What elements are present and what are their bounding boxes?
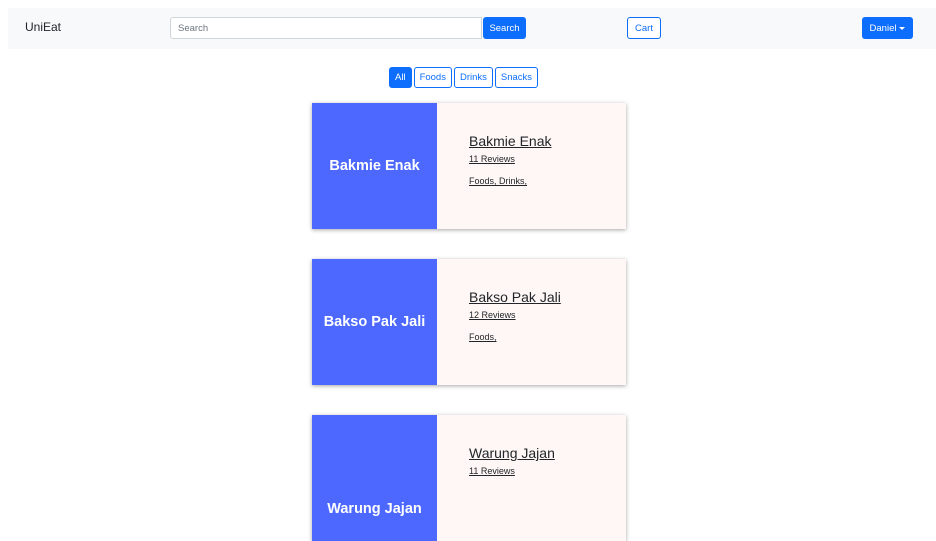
restaurant-banner-name: Bakso Pak Jali <box>323 314 426 330</box>
restaurant-reviews-link[interactable]: 12 Reviews <box>469 310 626 320</box>
filter-all-button[interactable]: All <box>389 67 412 88</box>
search-button[interactable]: Search <box>483 17 526 39</box>
filter-foods-button[interactable]: Foods <box>413 67 452 88</box>
restaurant-reviews-link[interactable]: 11 Reviews <box>469 154 626 164</box>
search-input[interactable] <box>170 17 482 39</box>
filter-snacks-button[interactable]: Snacks <box>494 67 539 88</box>
restaurant-reviews-link[interactable]: 11 Reviews <box>469 466 626 476</box>
navbar: UniEat Search Cart Daniel <box>8 8 936 49</box>
restaurant-card[interactable]: Bakso Pak Jali Bakso Pak Jali 12 Reviews… <box>312 259 626 385</box>
restaurant-card[interactable]: Warung Jajan Warung Jajan 11 Reviews <box>312 415 626 541</box>
restaurant-card-body: Bakso Pak Jali 12 Reviews Foods, <box>437 259 626 385</box>
restaurant-name-link[interactable]: Warung Jajan <box>469 445 626 461</box>
chevron-down-icon <box>899 26 906 30</box>
restaurant-name-link[interactable]: Bakso Pak Jali <box>469 289 626 305</box>
restaurant-categories-link[interactable]: Foods, <box>469 332 626 342</box>
restaurant-card-banner: Bakso Pak Jali <box>312 259 437 385</box>
restaurant-card-body: Bakmie Enak 11 Reviews Foods, Drinks, <box>437 103 626 229</box>
user-name: Daniel <box>869 22 897 34</box>
cart-button[interactable]: Cart <box>627 17 661 39</box>
restaurant-name-link[interactable]: Bakmie Enak <box>469 133 626 149</box>
brand-logo[interactable]: UniEat <box>25 20 61 34</box>
restaurant-banner-name: Warung Jajan <box>327 501 422 517</box>
restaurant-categories-link[interactable]: Foods, Drinks, <box>469 176 626 186</box>
restaurant-banner-name: Bakmie Enak <box>329 158 420 174</box>
restaurant-card-banner: Warung Jajan <box>312 415 437 541</box>
restaurant-card[interactable]: Bakmie Enak Bakmie Enak 11 Reviews Foods… <box>312 103 626 229</box>
user-menu-button[interactable]: Daniel <box>862 17 913 39</box>
restaurant-card-banner: Bakmie Enak <box>312 103 437 229</box>
filter-drinks-button[interactable]: Drinks <box>453 67 493 88</box>
restaurant-card-body: Warung Jajan 11 Reviews <box>437 415 626 541</box>
category-filter-group: All Foods Drinks Snacks <box>389 67 539 88</box>
